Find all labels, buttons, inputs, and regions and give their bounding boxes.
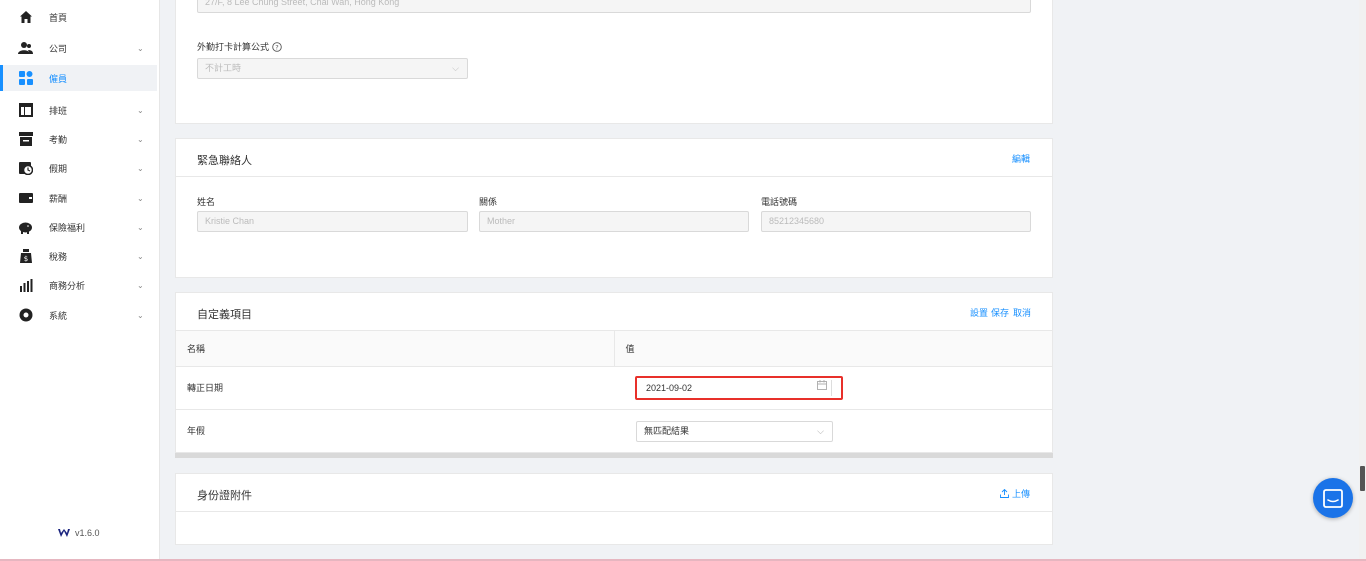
formula-select-value: 不計工時 [205,63,242,73]
card-title: 自定義項目 [197,309,252,321]
sidebar: 首頁 公司 ⌄ 僱員 排班 ⌄ 考勤 ⌄ 假期 ⌄ 薪酬 ⌄ 保險福利 ⌄ $ … [0,0,160,561]
phone-field[interactable]: 85212345680 [761,211,1031,232]
sidebar-item-label: 首頁 [49,12,68,23]
sidebar-item-label: 保險福利 [49,222,86,233]
card-title: 身份證附件 [197,490,252,502]
chevron-down-icon: ⌵ [452,63,459,73]
sidebar-item-insurance[interactable]: 保險福利 ⌄ [0,214,157,240]
row-name: 年假 [176,409,614,453]
divider [831,380,832,396]
card-title: 緊急聯絡人 [197,155,252,167]
chevron-down-icon: ⌄ [137,105,144,115]
formula-select[interactable]: 不計工時 ⌵ [197,58,468,79]
chat-support-button[interactable] [1313,478,1353,518]
chevron-down-icon: ⌄ [137,163,144,173]
chevron-down-icon: ⌄ [137,310,144,320]
tax-icon: $ [18,249,33,264]
sidebar-item-label: 薪酬 [49,193,68,204]
name-label: 姓名 [197,197,216,207]
page-scrollbar[interactable] [1359,0,1366,561]
attendance-icon [18,132,33,147]
sidebar-item-label: 假期 [49,163,68,174]
upload-icon [1000,489,1009,498]
sidebar-item-label: 商務分析 [49,280,86,291]
name-field[interactable]: Kristie Chan [197,211,468,232]
card-header: 自定義項目 設置 保存 取消 [176,293,1052,331]
settings-link[interactable]: 設置 [970,306,988,319]
sidebar-item-label: 系統 [49,310,68,321]
sidebar-item-label: 僱員 [49,73,68,84]
upload-label: 上傳 [1012,489,1031,499]
card-header: 身份證附件 上傳 [176,474,1052,512]
help-icon[interactable]: ? [272,41,282,52]
sidebar-item-payroll[interactable]: 薪酬 ⌄ [0,185,157,211]
insurance-icon [18,220,33,235]
sidebar-item-label: 考勤 [49,134,68,145]
settings-icon [18,308,33,323]
sidebar-item-system[interactable]: 系統 ⌄ [0,302,157,328]
employee-icon [18,71,33,86]
leave-icon [18,161,33,176]
table-header-row: 名稱 值 [176,331,1052,367]
horizontal-scrollbar[interactable] [175,453,1053,458]
chevron-down-icon: ⌄ [137,251,144,261]
formula-label: 外勤打卡計算公式 ? [197,40,282,53]
sidebar-item-company[interactable]: 公司 ⌄ [0,35,157,61]
cancel-link[interactable]: 取消 [1013,306,1031,319]
custom-fields-table: 名稱 值 轉正日期 年假 [176,331,1052,453]
chevron-down-icon: ⌄ [137,280,144,290]
annual-leave-select[interactable]: 無匹配結果 ⌵ [636,421,833,442]
address-field[interactable]: 27/F, 8 Lee Chung Street, Chai Wan, Hong… [197,0,1031,13]
chevron-down-icon: ⌄ [137,193,144,203]
sidebar-item-label: 稅務 [49,251,68,262]
emergency-contact-card: 緊急聯絡人 編輯 姓名 Kristie Chan 關係 Mother 電話號碼 … [175,138,1053,278]
date-value: 2021-09-02 [646,383,693,393]
version-info: v1.6.0 [58,528,100,538]
sidebar-item-attendance[interactable]: 考勤 ⌄ [0,126,157,152]
column-header-name: 名稱 [176,331,614,367]
chevron-down-icon: ⌄ [137,134,144,144]
version-text: v1.6.0 [75,528,100,538]
sidebar-item-label: 排班 [49,105,68,116]
payroll-icon [18,191,33,206]
table-row: 轉正日期 [176,366,1052,410]
chevron-down-icon: ⌵ [817,426,824,436]
sidebar-item-leave[interactable]: 假期 ⌄ [0,155,157,181]
sidebar-item-home[interactable]: 首頁 [0,4,157,30]
company-icon [18,41,33,56]
select-value: 無匹配結果 [644,426,690,436]
phone-label: 電話號碼 [761,197,798,207]
save-link[interactable]: 保存 [991,306,1009,319]
relation-label: 關係 [479,197,498,207]
formula-label-text: 外勤打卡計算公式 [197,42,270,52]
edit-link[interactable]: 編輯 [1012,152,1030,165]
chevron-down-icon: ⌄ [137,43,144,53]
card-header: 緊急聯絡人 編輯 [176,139,1052,177]
brand-logo-icon [58,529,70,537]
chat-icon [1323,489,1343,508]
sidebar-item-employee[interactable]: 僱員 [0,65,157,91]
custom-fields-card: 自定義項目 設置 保存 取消 名稱 值 轉正日期 年假 2021-09-02 無… [175,292,1053,454]
row-name: 轉正日期 [176,366,614,410]
sidebar-item-analytics[interactable]: 商務分析 ⌄ [0,272,157,298]
column-header-value: 值 [613,331,1052,367]
analytics-icon [18,278,33,293]
address-card: 27/F, 8 Lee Chung Street, Chai Wan, Hong… [175,0,1053,124]
relation-field[interactable]: Mother [479,211,749,232]
scrollbar-thumb[interactable] [1360,466,1365,491]
svg-text:$: $ [23,255,27,263]
sidebar-item-schedule[interactable]: 排班 ⌄ [0,97,157,123]
sidebar-item-label: 公司 [49,43,68,54]
home-icon [18,10,33,25]
date-picker-input[interactable]: 2021-09-02 [635,376,843,400]
table-row: 年假 [176,409,1052,453]
schedule-icon [18,103,33,118]
chevron-down-icon: ⌄ [137,222,144,232]
sidebar-item-tax[interactable]: $ 稅務 ⌄ [0,243,157,269]
id-attachment-card: 身份證附件 上傳 [175,473,1053,545]
calendar-icon [817,378,827,398]
svg-text:?: ? [275,43,278,51]
upload-button[interactable]: 上傳 [1000,487,1030,500]
